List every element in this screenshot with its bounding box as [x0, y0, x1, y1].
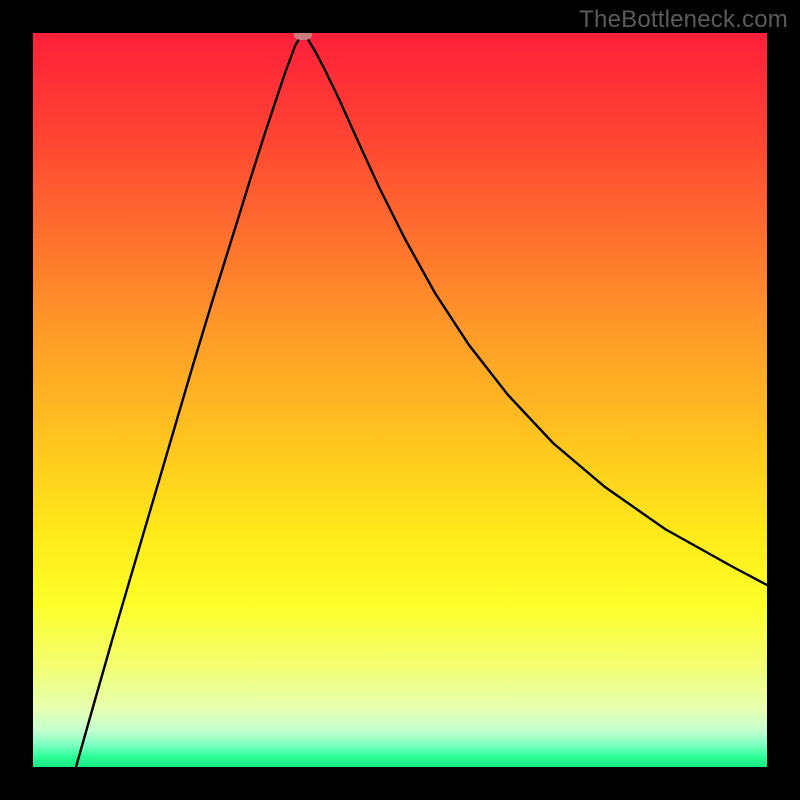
bottleneck-curve-path: [76, 34, 767, 767]
watermark-text: TheBottleneck.com: [579, 6, 788, 34]
chart-frame: [33, 33, 767, 767]
optimal-point-marker: [294, 33, 312, 40]
chart-curve-svg: [33, 33, 767, 767]
